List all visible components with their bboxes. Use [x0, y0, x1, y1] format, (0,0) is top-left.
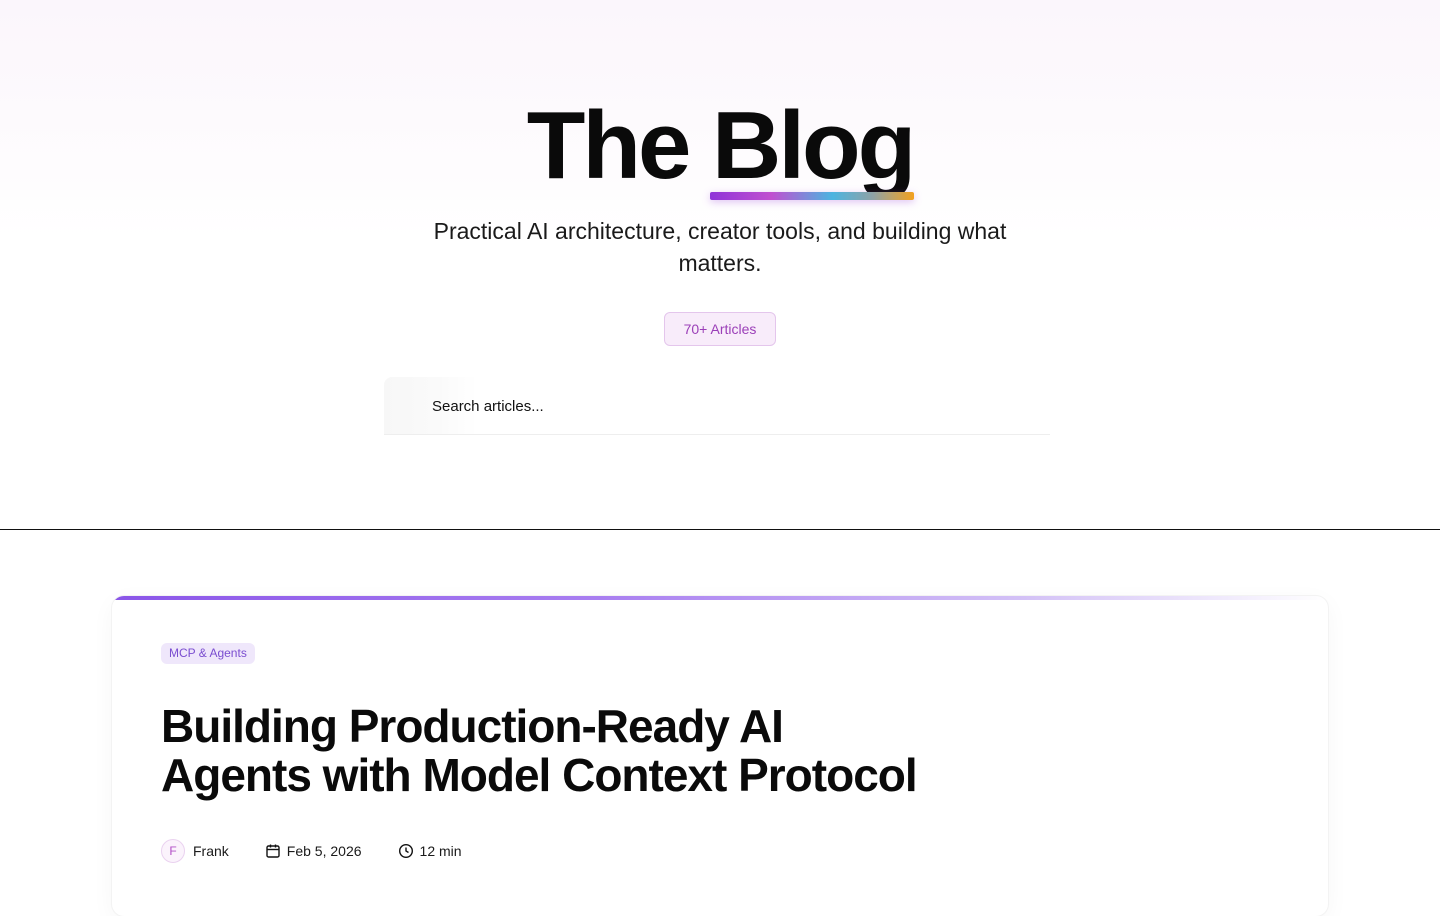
post-date-text: Feb 5, 2026 — [286, 843, 362, 859]
page-title: The Blog — [0, 92, 1440, 200]
article-count-badge: 70+ Articles — [664, 312, 776, 346]
category-tag[interactable]: MCP & Agents — [161, 643, 255, 664]
author: F Frank — [161, 839, 229, 863]
post-title[interactable]: Building Production-Ready AI Agents with… — [161, 702, 1021, 800]
search-bar[interactable] — [384, 377, 1050, 435]
section-divider — [0, 529, 1440, 530]
featured-post-card[interactable]: MCP & Agents Building Production-Ready A… — [112, 596, 1328, 916]
post-title-line-2: Agents with Model Context Protocol — [161, 749, 918, 801]
post-meta: F Frank Feb 5, 2026 12 min — [161, 838, 462, 864]
read-time: 12 min — [398, 843, 462, 859]
post-title-line-1: Building Production-Ready AI — [161, 700, 784, 752]
calendar-icon — [266, 844, 280, 858]
page-subtitle: Practical AI architecture, creator tools… — [433, 218, 1007, 276]
page-title-word-1: The — [526, 92, 692, 199]
card-accent-bar — [112, 596, 1328, 600]
title-gradient-underline — [710, 192, 914, 200]
avatar: F — [161, 839, 185, 863]
clock-icon — [398, 843, 413, 859]
search-input[interactable] — [432, 377, 1032, 435]
page-title-word-2: Blog — [712, 92, 916, 199]
author-name: Frank — [193, 843, 229, 859]
hero-section: The Blog Practical AI architecture, crea… — [0, 0, 1440, 530]
read-time-text: 12 min — [419, 843, 462, 859]
post-date: Feb 5, 2026 — [265, 843, 362, 859]
